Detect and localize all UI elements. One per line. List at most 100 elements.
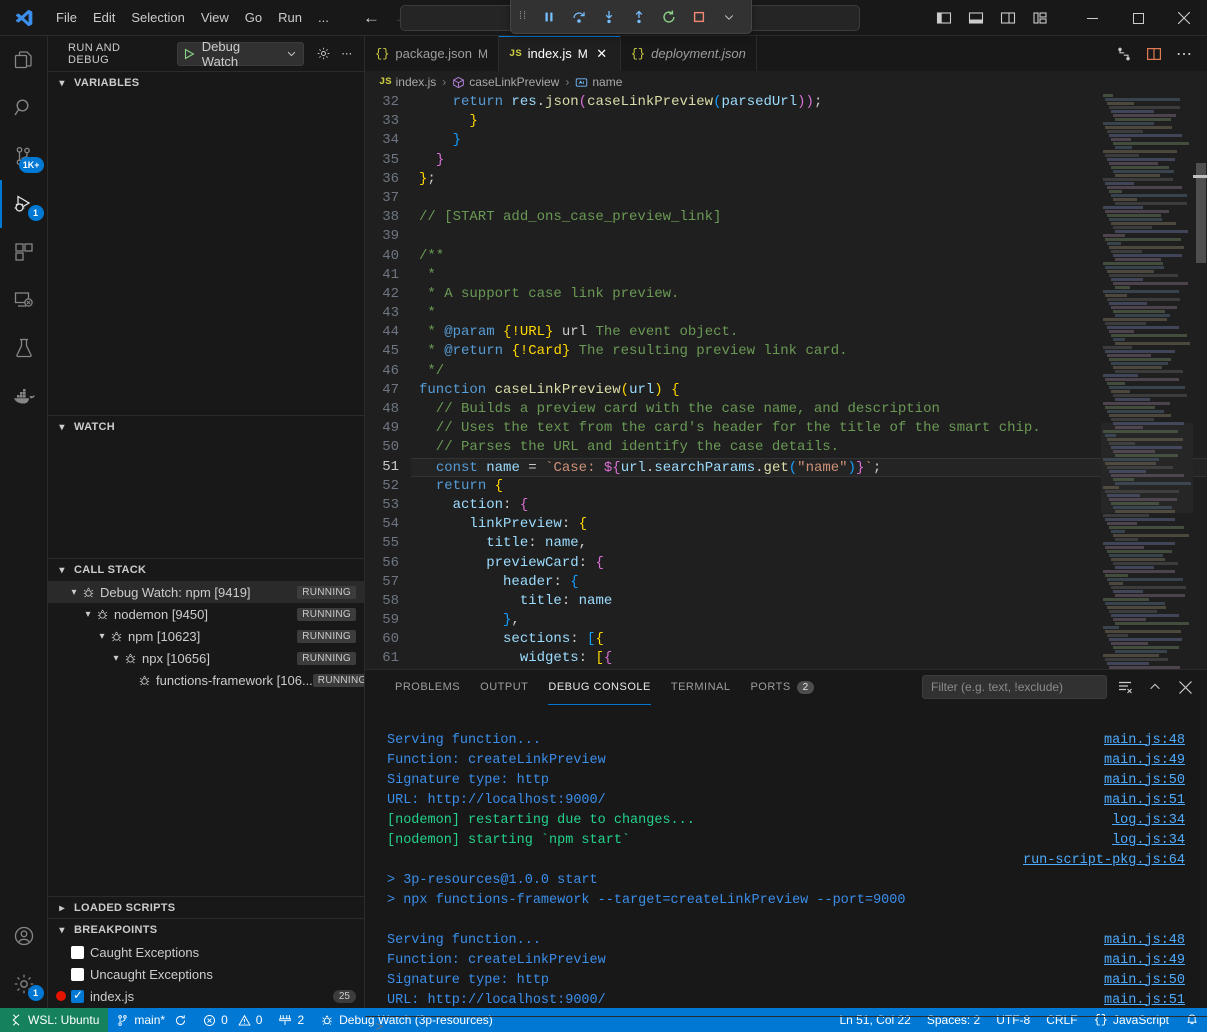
code-line[interactable]: *	[411, 304, 1207, 323]
customize-layout-icon[interactable]	[1025, 3, 1055, 33]
tab-output[interactable]: OUTPUT	[470, 670, 538, 705]
toggle-secondary-sidebar-icon[interactable]	[993, 3, 1023, 33]
account-icon[interactable]	[0, 912, 48, 960]
code-line[interactable]: // [START add_ons_case_preview_link]	[411, 208, 1207, 227]
code-editor[interactable]: 3233343536373839404142434445464748495051…	[365, 93, 1207, 669]
breakpoint-row[interactable]: Caught Exceptions	[48, 941, 364, 963]
testing-icon[interactable]	[0, 324, 48, 372]
menu-run[interactable]: Run	[270, 6, 310, 29]
code-line[interactable]: widgets: [{	[411, 649, 1207, 668]
remote-indicator[interactable]: WSL: Ubuntu	[0, 1008, 108, 1032]
tab-debug-console[interactable]: DEBUG CONSOLE	[538, 670, 660, 705]
code-line[interactable]: /**	[411, 247, 1207, 266]
code-line[interactable]: * A support case link preview.	[411, 285, 1207, 304]
code-line[interactable]: function caseLinkPreview(url) {	[411, 381, 1207, 400]
callstack-row[interactable]: ▾ npm [10623] RUNNING	[48, 625, 364, 647]
console-filter-input[interactable]: Filter (e.g. text, !exclude)	[922, 675, 1107, 699]
code-line[interactable]: action: {	[411, 496, 1207, 515]
breakpoint-row[interactable]: index.js 25	[48, 985, 364, 1007]
stop-button[interactable]	[685, 4, 713, 30]
console-source-link[interactable]: log.js:34	[1112, 831, 1185, 851]
code-line[interactable]: sections: [{	[411, 630, 1207, 649]
sidebar-more-actions-icon[interactable]: ⋯	[336, 43, 358, 65]
console-source-link[interactable]: main.js:51	[1104, 991, 1185, 1011]
code-line[interactable]	[411, 189, 1207, 208]
go-back-icon[interactable]: ←	[363, 9, 380, 26]
chevron-down-icon[interactable]: ▾	[66, 587, 82, 598]
breadcrumb-function[interactable]: caseLinkPreview	[452, 75, 559, 89]
close-icon[interactable]: ✕	[594, 46, 610, 62]
chevron-down-icon[interactable]: ▾	[108, 653, 124, 664]
code-line[interactable]: // Uses the text from the card's header …	[411, 419, 1207, 438]
menu-selection[interactable]: Selection	[123, 6, 192, 29]
source-control-icon[interactable]: 1K+	[0, 132, 48, 180]
close-button[interactable]	[1161, 0, 1207, 36]
menu-view[interactable]: View	[193, 6, 237, 29]
docker-icon[interactable]	[0, 372, 48, 420]
split-editor-icon[interactable]	[1141, 41, 1167, 67]
code-line[interactable]: // Builds a preview card with the case n…	[411, 400, 1207, 419]
run-and-debug-file-icon[interactable]	[1111, 41, 1137, 67]
run-and-debug-icon[interactable]: 1	[0, 180, 48, 228]
code-line[interactable]: return {	[411, 477, 1207, 496]
breakpoints-section-header[interactable]: ▾ BREAKPOINTS	[48, 919, 364, 941]
code-line[interactable]: // Parses the URL and identify the case …	[411, 438, 1207, 457]
more-actions-icon[interactable]: ⋯	[1171, 41, 1197, 67]
menu-file[interactable]: File	[48, 6, 85, 29]
step-into-button[interactable]	[595, 4, 623, 30]
code-content[interactable]: return res.json(caseLinkPreview(parsedUr…	[411, 93, 1207, 669]
menu-edit[interactable]: Edit	[85, 6, 123, 29]
callstack-row[interactable]: ▾ Debug Watch: npm [9419] RUNNING	[48, 581, 364, 603]
minimap[interactable]	[1101, 93, 1193, 669]
clear-console-icon[interactable]	[1113, 675, 1137, 699]
console-source-link[interactable]: main.js:50	[1104, 771, 1185, 791]
pause-button[interactable]	[535, 4, 563, 30]
code-line[interactable]: title: name	[411, 592, 1207, 611]
ports-indicator[interactable]: 2	[270, 1008, 312, 1032]
code-line[interactable]	[411, 227, 1207, 246]
code-line[interactable]: title: name,	[411, 534, 1207, 553]
code-line[interactable]: * @return {!Card} The resulting preview …	[411, 342, 1207, 361]
tab-package-json[interactable]: {} package.json M	[365, 36, 499, 71]
code-line[interactable]: * @param {!URL} url The event object.	[411, 323, 1207, 342]
remote-explorer-icon[interactable]	[0, 276, 48, 324]
launch-configuration-select[interactable]: Debug Watch	[177, 42, 304, 66]
menu-go[interactable]: Go	[237, 6, 270, 29]
breakpoint-checkbox[interactable]	[71, 946, 84, 959]
code-line[interactable]: *	[411, 266, 1207, 285]
console-source-link[interactable]: run-script-pkg.js:64	[1023, 851, 1185, 871]
code-line[interactable]: };	[411, 170, 1207, 189]
console-source-link[interactable]: main.js:50	[1104, 971, 1185, 991]
code-line[interactable]: header: {	[411, 573, 1207, 592]
tab-index-js[interactable]: JS index.js M ✕	[499, 36, 621, 71]
tab-problems[interactable]: PROBLEMS	[385, 670, 470, 705]
breakpoint-checkbox[interactable]	[71, 990, 84, 1003]
maximize-button[interactable]	[1115, 0, 1161, 36]
open-launch-json-gear-icon[interactable]	[312, 43, 334, 65]
console-source-link[interactable]: main.js:48	[1104, 731, 1185, 751]
callstack-section-header[interactable]: ▾ CALL STACK	[48, 559, 364, 581]
toggle-panel-icon[interactable]	[961, 3, 991, 33]
restart-button[interactable]	[655, 4, 683, 30]
code-line[interactable]: }	[411, 151, 1207, 170]
breakpoint-checkbox[interactable]	[71, 968, 84, 981]
step-out-button[interactable]	[625, 4, 653, 30]
minimize-button[interactable]	[1069, 0, 1115, 36]
code-line[interactable]: return res.json(caseLinkPreview(parsedUr…	[411, 93, 1207, 112]
debug-console-input[interactable]: >	[365, 1016, 1207, 1032]
toggle-primary-sidebar-icon[interactable]	[929, 3, 959, 33]
code-line[interactable]: }	[411, 131, 1207, 150]
explorer-icon[interactable]	[0, 36, 48, 84]
code-line[interactable]: linkPreview: {	[411, 515, 1207, 534]
search-icon[interactable]	[0, 84, 48, 132]
callstack-row[interactable]: functions-framework [106... RUNNING	[48, 669, 364, 691]
extensions-icon[interactable]	[0, 228, 48, 276]
breakpoint-row[interactable]: Uncaught Exceptions	[48, 963, 364, 985]
code-line[interactable]: previewCard: {	[411, 554, 1207, 573]
console-source-link[interactable]: log.js:34	[1112, 811, 1185, 831]
settings-gear-icon[interactable]: 1	[0, 960, 48, 1008]
console-source-link[interactable]: main.js:48	[1104, 931, 1185, 951]
code-line[interactable]: */	[411, 362, 1207, 381]
callstack-row[interactable]: ▾ nodemon [9450] RUNNING	[48, 603, 364, 625]
chevron-down-icon[interactable]: ▾	[80, 609, 96, 620]
